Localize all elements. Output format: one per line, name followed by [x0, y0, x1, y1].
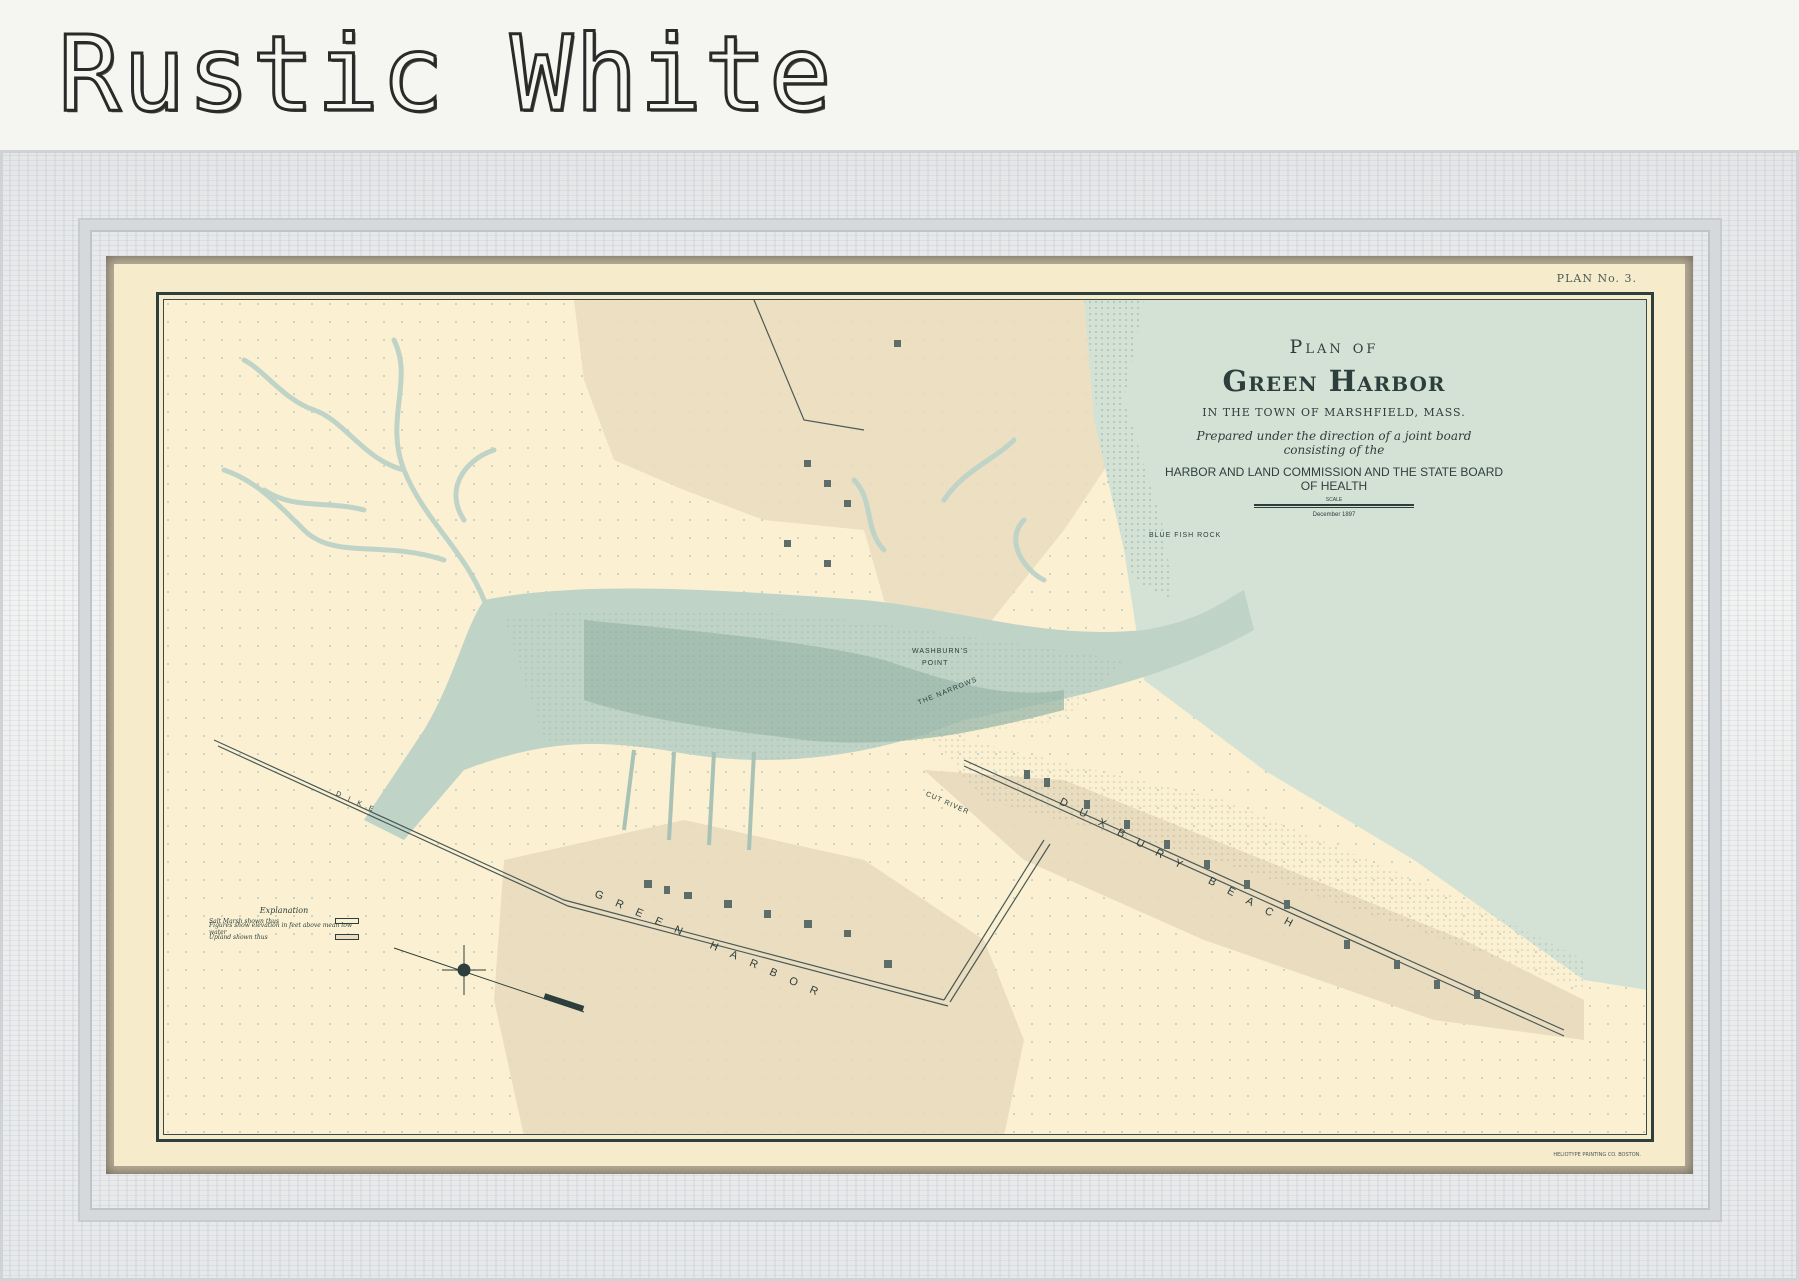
legend-upland: Upland shown thus: [209, 933, 268, 941]
legend-row: Figures show elevation in feet above mea…: [209, 922, 359, 936]
scale-bar: [1254, 504, 1414, 508]
title-commission: HARBOR AND LAND COMMISSION AND THE STATE…: [1164, 465, 1504, 493]
printer-credit: HELIOTYPE PRINTING CO. BOSTON.: [1553, 1152, 1641, 1158]
scale-label: SCALE: [1325, 497, 1343, 503]
page-header: Rustic White: [0, 0, 1799, 150]
map-legend: Explanation Salt Marsh shown thus Figure…: [209, 906, 359, 941]
title-town: IN THE TOWN OF MARSHFIELD, MASS.: [1202, 406, 1466, 419]
map-print: PLAN No. 3. Plan of Green Harbor IN THE …: [114, 264, 1685, 1166]
map-title-block: Plan of Green Harbor IN THE TOWN OF MARS…: [1164, 336, 1504, 518]
title-plan-of: Plan of: [1289, 336, 1379, 358]
label-blue-fish-rock: BLUE FISH ROCK: [1149, 532, 1222, 539]
frame-style-title: Rustic White: [56, 13, 834, 135]
legend-title: Explanation: [259, 906, 309, 915]
title-green-harbor: Green Harbor: [1222, 364, 1446, 398]
map-date: December 1897: [1312, 512, 1356, 518]
label-point: POINT: [922, 660, 949, 667]
title-prepared: Prepared under the direction of a joint …: [1196, 429, 1472, 457]
plan-number-label: PLAN No. 3.: [1556, 272, 1637, 285]
label-washburns: WASHBURN'S: [912, 648, 969, 655]
picture-frame: PLAN No. 3. Plan of Green Harbor IN THE …: [0, 150, 1799, 1281]
legend-swatch-upland: [335, 934, 359, 940]
map-area: Plan of Green Harbor IN THE TOWN OF MARS…: [163, 299, 1647, 1135]
